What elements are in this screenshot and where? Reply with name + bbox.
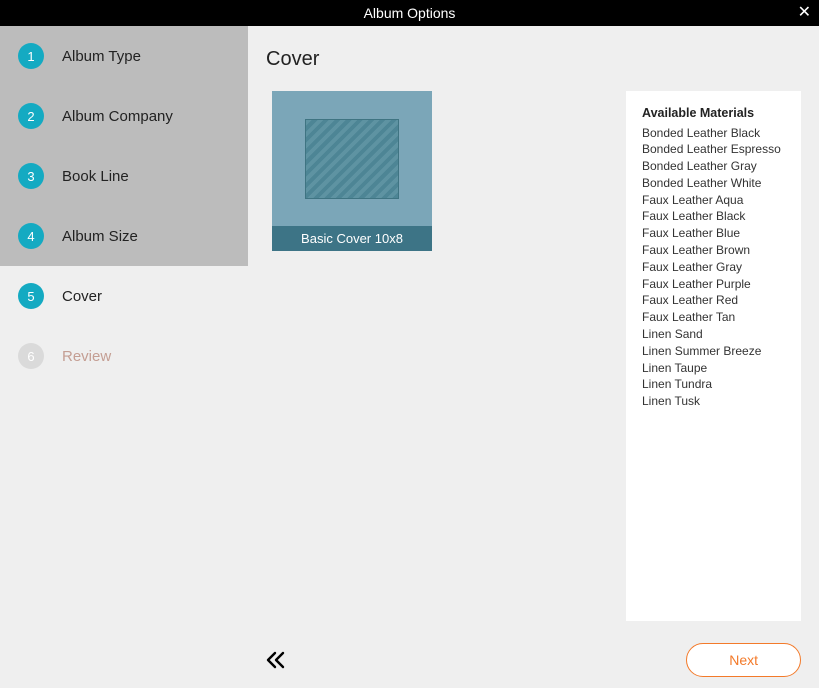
window-title: Album Options [364, 5, 456, 21]
step-badge: 6 [18, 343, 44, 369]
material-item[interactable]: Faux Leather Aqua [642, 192, 785, 209]
step-label: Album Size [62, 228, 138, 245]
step-review: 6 Review [0, 326, 248, 386]
step-badge: 4 [18, 223, 44, 249]
step-label: Album Company [62, 108, 173, 125]
cover-caption: Basic Cover 10x8 [272, 226, 432, 251]
step-album-type[interactable]: 1 Album Type [0, 26, 248, 86]
material-item[interactable]: Linen Tusk [642, 393, 785, 410]
step-label: Cover [62, 288, 102, 305]
material-item[interactable]: Faux Leather Blue [642, 225, 785, 242]
window-header: Album Options ✕ [0, 0, 819, 26]
material-item[interactable]: Faux Leather Gray [642, 259, 785, 276]
next-button[interactable]: Next [686, 643, 801, 677]
close-icon[interactable]: ✕ [798, 5, 811, 21]
material-item[interactable]: Bonded Leather White [642, 175, 785, 192]
cover-image [272, 91, 432, 226]
material-item[interactable]: Linen Summer Breeze [642, 343, 785, 360]
step-album-company[interactable]: 2 Album Company [0, 86, 248, 146]
step-badge: 5 [18, 283, 44, 309]
step-label: Album Type [62, 48, 141, 65]
step-badge: 1 [18, 43, 44, 69]
back-button[interactable] [266, 651, 286, 669]
step-book-line[interactable]: 3 Book Line [0, 146, 248, 206]
step-badge: 2 [18, 103, 44, 129]
cover-card[interactable]: Basic Cover 10x8 [272, 91, 432, 251]
step-label: Review [62, 348, 111, 365]
sidebar: 1 Album Type 2 Album Company 3 Book Line… [0, 26, 248, 688]
material-item[interactable]: Faux Leather Tan [642, 309, 785, 326]
material-item[interactable]: Bonded Leather Gray [642, 158, 785, 175]
body: 1 Album Type 2 Album Company 3 Book Line… [0, 26, 819, 688]
step-badge: 3 [18, 163, 44, 189]
materials-panel: Available Materials Bonded Leather Black… [626, 91, 801, 621]
material-item[interactable]: Faux Leather Purple [642, 276, 785, 293]
material-item[interactable]: Faux Leather Red [642, 292, 785, 309]
step-album-size[interactable]: 4 Album Size [0, 206, 248, 266]
materials-list: Bonded Leather BlackBonded Leather Espre… [642, 125, 785, 411]
page-title: Cover [266, 48, 801, 71]
sidebar-completed-group: 1 Album Type 2 Album Company 3 Book Line… [0, 26, 248, 266]
materials-header: Available Materials [642, 105, 785, 123]
material-item[interactable]: Linen Taupe [642, 360, 785, 377]
step-cover[interactable]: 5 Cover [0, 266, 248, 326]
cover-pattern-swatch [305, 119, 399, 199]
double-chevron-left-icon [266, 651, 286, 669]
material-item[interactable]: Faux Leather Black [642, 208, 785, 225]
material-item[interactable]: Linen Sand [642, 326, 785, 343]
material-item[interactable]: Bonded Leather Espresso [642, 141, 785, 158]
material-item[interactable]: Faux Leather Brown [642, 242, 785, 259]
material-item[interactable]: Bonded Leather Black [642, 125, 785, 142]
content-row: Basic Cover 10x8 Available Materials Bon… [266, 91, 801, 621]
material-item[interactable]: Linen Tundra [642, 376, 785, 393]
step-label: Book Line [62, 168, 129, 185]
main-panel: Cover Basic Cover 10x8 Available Materia… [248, 26, 819, 688]
footer-bar: Next [248, 632, 819, 688]
